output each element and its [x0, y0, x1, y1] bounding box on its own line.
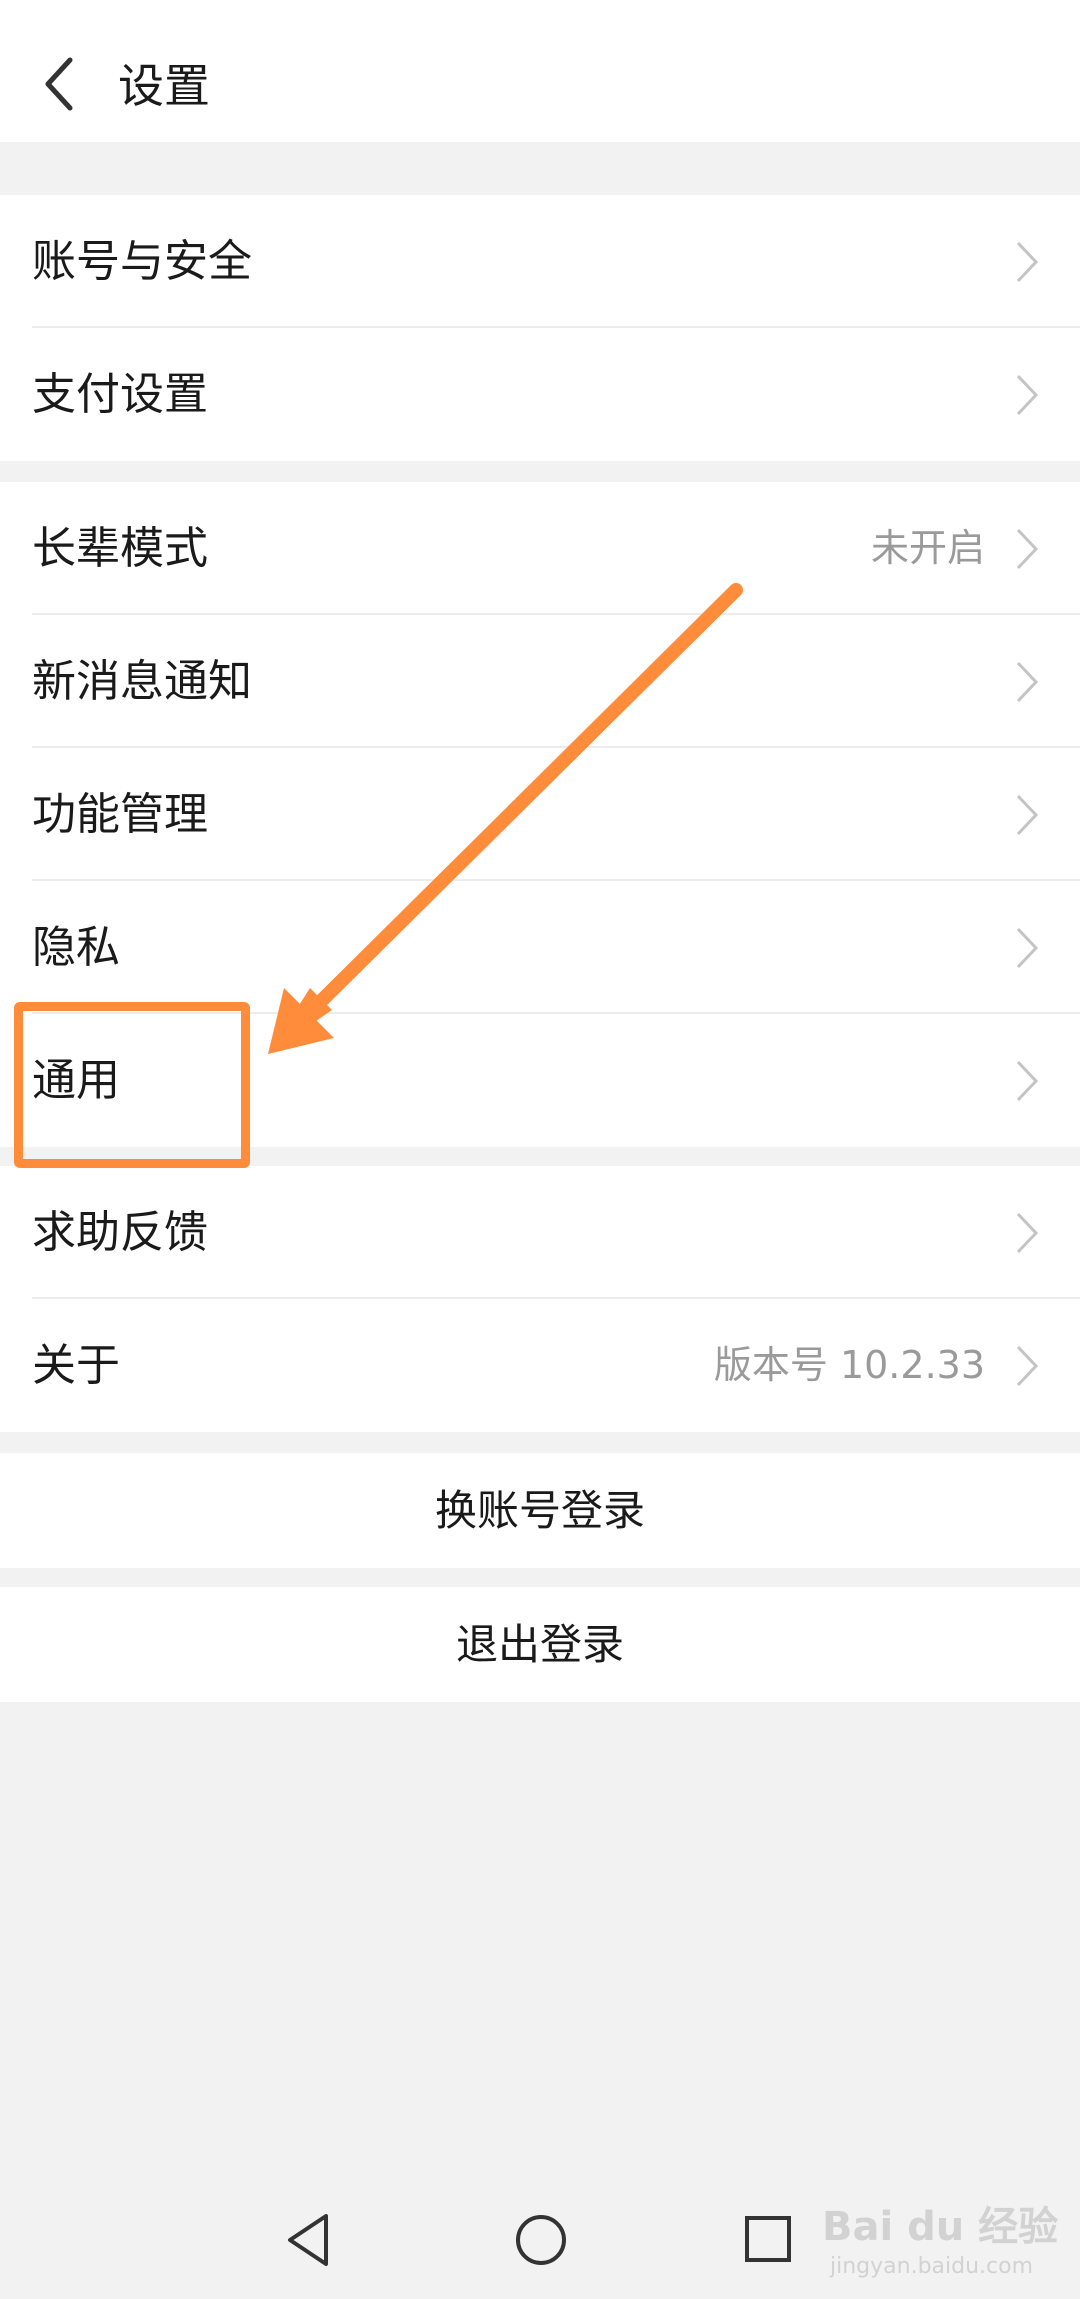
chevron-right-icon: [1016, 374, 1039, 416]
version-text: 版本号 10.2.33: [713, 1343, 985, 1387]
chevron-right-icon: [1016, 661, 1039, 703]
row-help-feedback[interactable]: 求助反馈: [0, 1166, 1080, 1299]
row-payment-settings[interactable]: 支付设置: [0, 328, 1080, 461]
row-label: 求助反馈: [32, 1207, 208, 1258]
chevron-right-icon: [1016, 241, 1039, 283]
row-about[interactable]: 关于 版本号 10.2.33: [0, 1299, 1080, 1432]
chevron-right-icon: [1016, 1345, 1039, 1387]
chevron-right-icon: [1016, 1060, 1039, 1102]
row-notifications[interactable]: 新消息通知: [0, 615, 1080, 748]
chevron-right-icon: [1016, 794, 1039, 836]
switch-account-button[interactable]: 换账号登录: [0, 1453, 1080, 1568]
square-recents-icon[interactable]: [743, 2214, 793, 2264]
back-button[interactable]: [30, 48, 90, 120]
row-label: 新消息通知: [32, 656, 252, 707]
row-elder-mode[interactable]: 长辈模式 未开启: [0, 482, 1080, 615]
row-label: 隐私: [32, 922, 120, 973]
row-account-security[interactable]: 账号与安全: [0, 195, 1080, 328]
row-label: 支付设置: [32, 369, 208, 420]
watermark-url: jingyan.baidu.com: [830, 2254, 1034, 2279]
row-privacy[interactable]: 隐私: [0, 881, 1080, 1014]
row-feature-management[interactable]: 功能管理: [0, 748, 1080, 881]
page-title: 设置: [118, 59, 210, 113]
triangle-back-icon[interactable]: [284, 2212, 332, 2268]
chevron-right-icon: [1016, 528, 1039, 570]
circle-home-icon[interactable]: [513, 2212, 569, 2268]
watermark-brand: Bai du 经验: [822, 2204, 1059, 2250]
highlight-box: [14, 1002, 250, 1168]
chevron-right-icon: [1016, 927, 1039, 969]
row-label: 账号与安全: [32, 236, 252, 287]
row-label: 长辈模式: [32, 523, 208, 574]
settings-group-account: 账号与安全 支付设置: [0, 195, 1080, 461]
settings-group-help: 求助反馈 关于 版本号 10.2.33: [0, 1166, 1080, 1432]
chevron-left-icon: [45, 57, 73, 111]
top-bar: 设置: [0, 0, 1080, 142]
row-label: 关于: [32, 1340, 120, 1391]
row-label: 功能管理: [32, 789, 208, 840]
logout-button[interactable]: 退出登录: [0, 1587, 1080, 1702]
row-value: 未开启: [870, 526, 985, 570]
chevron-right-icon: [1016, 1212, 1039, 1254]
watermark: Bai du 经验 jingyan.baidu.com: [822, 2190, 1062, 2290]
